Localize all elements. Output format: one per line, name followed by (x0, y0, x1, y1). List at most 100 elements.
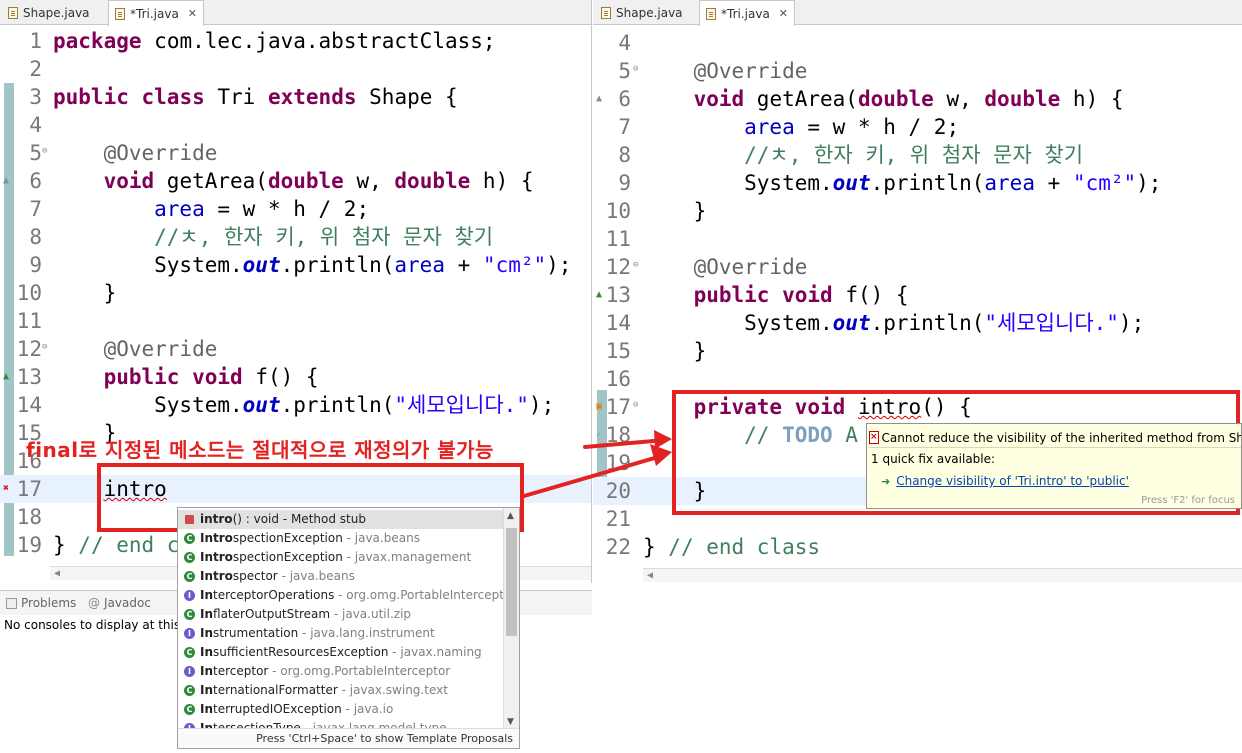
horizontal-scrollbar[interactable]: ◀ (643, 568, 1242, 582)
tab-tri-java[interactable]: *Tri.java ✕ (108, 0, 205, 26)
annotation-note: final로 지정된 메소드는 절대적으로 재정의가 불가능 (26, 438, 494, 462)
code-line[interactable]: 5 ⊖ @Override (0, 139, 591, 167)
line-number: 11 (605, 227, 631, 251)
code-line[interactable]: 5 ⊖ @Override (593, 57, 1242, 85)
implements-icon[interactable]: ▲ (596, 290, 602, 300)
code-line[interactable]: 2 (0, 55, 591, 83)
quick-fix-item[interactable]: ➜ Change visibility of 'Tri.intro' to 'p… (881, 474, 1129, 488)
code-token: void (192, 365, 243, 389)
error-icon[interactable]: ✖ (3, 484, 9, 494)
tab-shape-java[interactable]: Shape.java (2, 0, 96, 25)
code-line[interactable]: 14 System.out.println("세모입니다."); (0, 391, 591, 419)
line-number: 9 (618, 171, 631, 195)
fold-icon[interactable]: ⊖ (633, 401, 638, 410)
proposal-item[interactable]: C InsufficientResourcesException - javax.… (178, 643, 504, 662)
quick-fix-link[interactable]: Change visibility of 'Tri.intro' to 'pub… (896, 474, 1129, 488)
code-line[interactable]: 6 ▲ void getArea(double w, double h) { (0, 167, 591, 195)
proposal-label: IntrospectionException - javax.managemen… (200, 548, 471, 567)
tab-javadoc[interactable]: @ Javadoc (88, 596, 151, 610)
line-number: 10 (16, 281, 42, 305)
line-number: 12 (605, 255, 631, 279)
content-assist-popup[interactable]: intro() : void - Method stub C Introspecti… (177, 507, 520, 749)
proposal-item[interactable]: intro() : void - Method stub (178, 510, 504, 529)
close-icon[interactable]: ✕ (188, 7, 197, 20)
proposal-package: - java.io (341, 702, 394, 716)
tab-tri-java[interactable]: *Tri.java ✕ (699, 0, 796, 26)
code-text: System.out.println("세모입니다."); (53, 391, 554, 419)
proposal-item[interactable]: C Introspector - java.beans (178, 567, 504, 586)
fold-icon[interactable]: ⊖ (633, 65, 638, 74)
code-line[interactable]: 6 ▲ void getArea(double w, double h) { (593, 85, 1242, 113)
code-line[interactable]: 7 area = w * h / 2; (0, 195, 591, 223)
line-number: 22 (605, 535, 631, 559)
fold-icon[interactable]: ⊖ (633, 261, 638, 270)
override-icon[interactable]: ▲ (596, 94, 602, 104)
code-line[interactable]: 10} (593, 197, 1242, 225)
fold-icon[interactable]: ⊖ (42, 147, 47, 156)
code-line[interactable]: 8 //ㅊ, 한자 키, 위 첨자 문자 찾기 (593, 141, 1242, 169)
code-token: out (242, 393, 281, 417)
tab-label: Shape.java (616, 5, 683, 20)
code-line[interactable]: 12 ⊖ @Override (0, 335, 591, 363)
proposal-item[interactable]: C IntrospectionException - java.beans (178, 529, 504, 548)
proposal-label: InternationalFormatter - javax.swing.tex… (200, 681, 448, 700)
override-icon[interactable]: ▲ (3, 176, 9, 186)
code-line[interactable]: 11 (0, 307, 591, 335)
change-visibility-icon: ➜ (881, 474, 891, 488)
proposal-item[interactable]: I Interceptor - org.omg.PortableIntercept… (178, 662, 504, 681)
code-line[interactable]: 22} // end class (593, 533, 1242, 561)
interface-icon: I (184, 628, 195, 639)
code-line[interactable]: 3 public class Tri extends Shape { (0, 83, 591, 111)
code-line[interactable]: 16 (593, 365, 1242, 393)
code-line[interactable]: 13 ▲ public void f() { (0, 363, 591, 391)
vertical-scrollbar[interactable]: ▲ ▼ (503, 508, 519, 730)
close-icon[interactable]: ✕ (779, 7, 788, 20)
code-line[interactable]: 8 //ㅊ, 한자 키, 위 첨자 문자 찾기 (0, 223, 591, 251)
java-file-icon (601, 6, 611, 19)
code-line[interactable]: 4 (593, 29, 1242, 57)
code-line[interactable]: 14 System.out.println("세모입니다."); (593, 309, 1242, 337)
quick-fix-popup: × Cannot reduce the visibility of the in… (866, 423, 1242, 509)
scroll-left-icon[interactable]: ◀ (54, 567, 60, 580)
proposal-rest: spector (232, 569, 278, 583)
line-number: 8 (618, 143, 631, 167)
scroll-left-icon[interactable]: ◀ (647, 569, 653, 582)
proposal-item[interactable]: C InterruptedIOException - java.io (178, 700, 504, 719)
proposal-package: - javax.naming (388, 645, 482, 659)
code-line[interactable]: 13 ▲ public void f() { (593, 281, 1242, 309)
code-line[interactable]: 4 (0, 111, 591, 139)
line-number: 19 (16, 533, 42, 557)
code-line[interactable]: 12 ⊖ @Override (593, 253, 1242, 281)
code-line[interactable]: 15} (593, 337, 1242, 365)
proposal-item[interactable]: C IntrospectionException - javax.manageme… (178, 548, 504, 567)
implements-icon[interactable]: ▲ (3, 372, 9, 382)
code-line[interactable]: 9 System.out.println(area + "cm²"); (0, 251, 591, 279)
code-token: void (693, 87, 745, 111)
proposal-item[interactable]: C InternationalFormatter - javax.swing.te… (178, 681, 504, 700)
code-token: System. (154, 253, 243, 277)
proposal-rest: spectionException (232, 531, 343, 545)
scroll-up-icon[interactable]: ▲ (507, 511, 514, 521)
code-line[interactable]: 1 package com.lec.java.abstractClass; (0, 27, 591, 55)
proposal-item[interactable]: C InflaterOutputStream - java.util.zip (178, 605, 504, 624)
tab-problems[interactable]: Problems (6, 596, 76, 610)
problems-icon (6, 597, 17, 609)
task-icon[interactable]: ✓ (596, 430, 602, 440)
scrollbar-thumb[interactable] (506, 528, 517, 636)
fold-icon[interactable]: ⊖ (42, 343, 47, 352)
code-line[interactable]: 9 System.out.println(area + "cm²"); (593, 169, 1242, 197)
proposal-item[interactable]: I InterceptorOperations - org.omg.Portabl… (178, 586, 516, 605)
code-line[interactable]: 7 area = w * h / 2; (593, 113, 1242, 141)
code-token: } (103, 281, 117, 305)
java-file-icon (115, 7, 125, 20)
scroll-down-icon[interactable]: ▼ (507, 717, 514, 727)
warning-icon[interactable]: ▣ (596, 402, 602, 412)
proposal-label: intro() : void - Method stub (200, 510, 366, 529)
code-line[interactable]: 11 (593, 225, 1242, 253)
proposal-package: - java.lang.instrument (298, 626, 435, 640)
class-icon: C (184, 685, 195, 696)
proposal-item[interactable]: I Instrumentation - java.lang.instrument (178, 624, 504, 643)
code-text: System.out.println("세모입니다."); (643, 309, 1144, 337)
code-line[interactable]: 10} (0, 279, 591, 307)
tab-shape-java[interactable]: Shape.java (595, 0, 689, 25)
